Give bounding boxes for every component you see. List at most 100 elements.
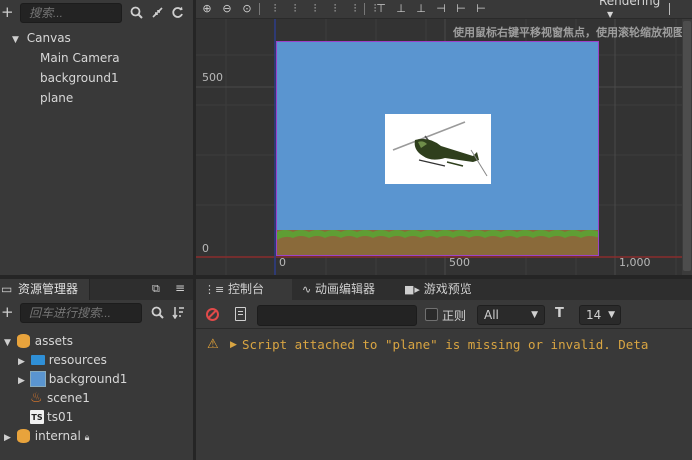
log-message: Script attached to "plane" is missing or… (242, 337, 649, 352)
tab-console-label: 控制台 (228, 282, 265, 296)
rendering-dropdown[interactable]: Rendering (599, 0, 660, 8)
chevron-down-icon[interactable]: ▼ (607, 10, 613, 19)
warning-icon: ⚠ (207, 337, 219, 352)
asset-label: assets (34, 334, 73, 348)
search-icon[interactable] (129, 6, 143, 24)
distribute-top-icon[interactable]: ⊤ (374, 2, 388, 16)
game-canvas[interactable] (276, 41, 599, 256)
animation-icon: ∿ (302, 283, 312, 296)
rendering-label: Rendering (599, 0, 661, 8)
console-panel: ⋮≡ 控制台 ∿ 动画编辑器 ■▸ 游戏预览 正则 All ▼ T 14 ▼ ⚠… (196, 279, 692, 460)
asset-item-ts01[interactable]: TS ts01 (30, 407, 73, 427)
lock-icon: 🔒︎ (84, 433, 90, 443)
collapse-icon[interactable] (150, 6, 164, 24)
db-icon (17, 429, 30, 443)
font-size-icon: T (555, 306, 564, 321)
expand-arrow-icon[interactable]: ▼ (12, 35, 19, 45)
align-left-icon[interactable]: ⫶ (268, 2, 282, 16)
distribute-right-icon[interactable]: ⊢ (474, 2, 488, 16)
tree-item-main-camera[interactable]: Main Camera (40, 48, 120, 68)
zoom-reset-icon[interactable]: ⊙ (240, 2, 254, 16)
tab-assets[interactable]: ▭ 资源管理器 (0, 279, 90, 300)
asset-label: background1 (48, 372, 128, 386)
grass-strip (277, 230, 598, 240)
clear-icon[interactable] (206, 308, 219, 321)
asset-item-background1[interactable]: ▶ background1 (18, 369, 127, 389)
log-entry[interactable]: ⚠ ▶ Script attached to "plane" is missin… (196, 334, 692, 356)
toolbar-divider (364, 3, 365, 15)
scene-hint: 使用鼠标右键平移视窗焦点，使用滚轮缩放视图 (453, 26, 684, 39)
distribute-hcenter-icon[interactable]: ⊢ (454, 2, 468, 16)
add-node-icon[interactable]: + (1, 5, 14, 20)
x-label-500: 500 (449, 256, 470, 269)
add-asset-icon[interactable]: + (1, 305, 14, 320)
refresh-icon[interactable] (170, 6, 184, 24)
font-size-value: 14 (586, 308, 602, 322)
align-hcenter-icon[interactable]: ⫶ (288, 2, 302, 16)
log-level-value: All (484, 308, 499, 322)
distribute-bottom-icon[interactable]: ⊥ (414, 2, 428, 16)
scene-panel[interactable]: ⊕ ⊖ ⊙ ⫶ ⫶ ⫶ ⫶ ⫶ ⫶ ⊤ ⊥ ⊥ ⊣ ⊢ ⊢ Rendering … (196, 0, 692, 275)
tree-item-plane[interactable]: plane (40, 88, 73, 108)
chevron-down-icon: ▼ (531, 310, 538, 320)
asset-label: internal (34, 429, 81, 443)
toolbar-divider (259, 3, 260, 15)
tab-preview-label: 游戏预览 (423, 282, 472, 296)
image-icon (30, 371, 46, 387)
sort-icon[interactable] (171, 306, 185, 324)
search-icon[interactable] (150, 306, 164, 324)
tab-assets-label: 资源管理器 (18, 282, 79, 296)
asset-item-scene1[interactable]: ♨ scene1 (30, 388, 90, 408)
expand-arrow-icon[interactable]: ▶ (18, 357, 25, 367)
expand-arrow-icon[interactable]: ▶ (230, 334, 237, 356)
asset-item-resources[interactable]: ▶ resources (18, 350, 107, 370)
folder-tab-icon: ▭ (1, 282, 13, 296)
console-icon: ⋮≡ (204, 283, 225, 296)
plane-sprite[interactable] (385, 114, 491, 184)
tree-item-background1[interactable]: background1 (40, 68, 119, 88)
tab-console[interactable]: ⋮≡ 控制台 (196, 279, 292, 300)
regex-checkbox[interactable] (425, 308, 438, 321)
toolbar-divider (669, 3, 670, 15)
scene-scrollbar[interactable] (682, 19, 692, 275)
tab-game-preview[interactable]: ■▸ 游戏预览 (396, 279, 496, 300)
align-top-icon[interactable]: ⫶ (328, 2, 342, 16)
log-level-select[interactable]: All ▼ (477, 305, 545, 325)
hierarchy-search-input[interactable] (20, 3, 122, 23)
assets-search-input[interactable] (20, 303, 142, 323)
tab-animation-editor[interactable]: ∿ 动画编辑器 (294, 279, 394, 300)
tree-item-canvas[interactable]: ▼ Canvas (12, 28, 71, 48)
distribute-vcenter-icon[interactable]: ⊥ (394, 2, 408, 16)
console-filter-input[interactable] (257, 305, 417, 326)
asset-label: resources (48, 353, 107, 367)
distribute-left-icon[interactable]: ⊣ (434, 2, 448, 16)
expand-arrow-icon[interactable]: ▼ (4, 338, 11, 348)
font-size-select[interactable]: 14 ▼ (579, 305, 621, 325)
align-right-icon[interactable]: ⫶ (308, 2, 322, 16)
video-icon: ■▸ (404, 283, 420, 296)
console-toolbar: 正则 All ▼ T 14 ▼ (196, 301, 692, 329)
assets-panel: ▭ 资源管理器 ⧉ ≡ + ▼ assets ▶ resources ▶ bac… (0, 279, 193, 460)
zoom-in-icon[interactable]: ⊕ (200, 2, 214, 16)
folder-icon (31, 355, 45, 365)
helicopter-image (392, 121, 488, 177)
asset-label: ts01 (47, 410, 74, 424)
align-vcenter-icon[interactable]: ⫶ (348, 2, 362, 16)
zoom-out-icon[interactable]: ⊖ (220, 2, 234, 16)
expand-arrow-icon[interactable]: ▶ (4, 433, 11, 443)
hierarchy-panel: + ▼ Canvas Main Camera background1 plane (0, 0, 193, 275)
asset-item-internal[interactable]: ▶ internal 🔒︎ (4, 426, 89, 446)
scene-toolbar: ⊕ ⊖ ⊙ ⫶ ⫶ ⫶ ⫶ ⫶ ⫶ ⊤ ⊥ ⊥ ⊣ ⊢ ⊢ Rendering … (196, 0, 692, 19)
popout-icon[interactable]: ⧉ (152, 282, 160, 296)
scrollbar-thumb[interactable] (683, 21, 691, 271)
asset-label: scene1 (47, 391, 90, 405)
ts-icon: TS (30, 410, 44, 424)
asset-item-assets[interactable]: ▼ assets (4, 331, 73, 351)
menu-icon[interactable]: ≡ (175, 281, 185, 295)
x-label-0: 0 (279, 256, 286, 269)
y-label-0: 0 (202, 242, 209, 255)
y-label-500: 500 (202, 71, 223, 84)
file-icon[interactable] (235, 307, 246, 321)
expand-arrow-icon[interactable]: ▶ (18, 376, 25, 386)
db-icon (17, 334, 30, 348)
